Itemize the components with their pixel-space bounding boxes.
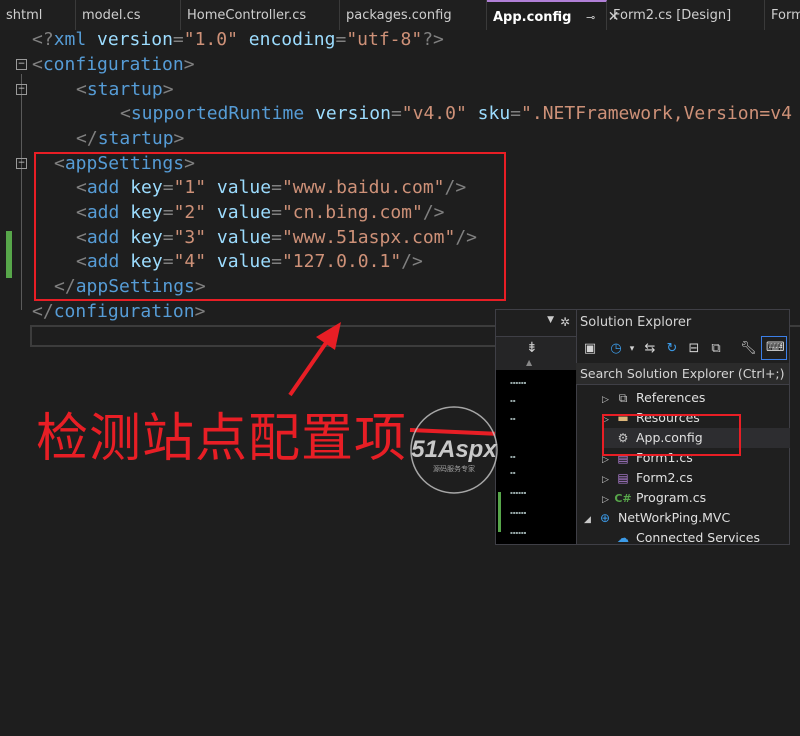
tree-item-form2[interactable]: ▷ ▤ Form2.cs (602, 468, 693, 488)
refresh-icon[interactable]: ↻ (664, 341, 680, 357)
logo-text: 51Aspx (411, 436, 498, 463)
expand-icon[interactable]: ▷ (602, 390, 614, 410)
side-panel-header: ▼ ✲ (496, 310, 576, 337)
copy-icon[interactable]: ⧉ (708, 341, 724, 357)
scroll-up-icon[interactable]: ▲ (526, 358, 532, 367)
arrow-to-config (288, 338, 330, 397)
mini-item: ▪▪▪▪▪▪ (510, 380, 527, 385)
arrowhead-to-config (316, 322, 341, 350)
51aspx-logo: 51Aspx 源码服务专家 (410, 406, 498, 494)
preview-icon: ⌨ (766, 340, 785, 355)
solution-explorer-search[interactable]: Search Solution Explorer (Ctrl+;) (576, 363, 789, 385)
history-dropdown-icon[interactable]: ▾ (624, 341, 640, 357)
csharp-file-icon: C# (614, 492, 632, 505)
toolbox-preview: ▪▪▪▪▪▪ ▪▪ ▪▪ ▪▪ ▪▪ ▪▪▪▪▪▪ ▪▪▪▪▪▪ ▪▪▪▪▪▪ (496, 370, 576, 544)
collapse-icon[interactable]: ◢ (584, 510, 596, 530)
dropdown-icon[interactable]: ▼ (547, 315, 554, 325)
preview-button[interactable]: ⌨ (761, 336, 787, 360)
form-icon: ▤ (617, 471, 629, 485)
collapse-icon[interactable]: ⊟ (686, 341, 702, 357)
history-icon[interactable]: ◷ (608, 341, 624, 357)
solution-explorer-toolbar: ▣ ◷ ▾ ⇆ ↻ ⊟ ⧉ 🔧︎ ⌨ (578, 336, 789, 362)
tree-item-label: Program.cs (635, 490, 707, 505)
tree-item-references[interactable]: ▷ ⧉ References (602, 388, 705, 408)
mini-item: ▪▪▪▪▪▪ (510, 530, 527, 535)
side-panel-strip: ▼ ✲ ⇟ ▲ ▪▪▪▪▪▪ ▪▪ ▪▪ ▪▪ ▪▪ ▪▪▪▪▪▪ ▪▪▪▪▪▪… (496, 310, 577, 544)
mini-item: ▪▪ (510, 398, 516, 403)
annotation-text: 检测站点配置项 (36, 409, 408, 469)
mini-item: ▪▪ (510, 454, 516, 459)
app-config-highlight-box (602, 414, 741, 456)
tree-item-label: NetWorkPing.MVC (617, 510, 731, 525)
mini-item: ▪▪ (510, 470, 516, 475)
sync-icon[interactable]: ⇆ (642, 341, 658, 357)
tree-item-label: Connected Services (635, 530, 760, 545)
tree-item-label: Form2.cs (635, 470, 693, 485)
wrench-icon[interactable]: 🔧︎ (740, 341, 757, 357)
mini-item: ▪▪ (510, 416, 516, 421)
expand-icon[interactable]: ▷ (602, 470, 614, 490)
logo-subtext: 源码服务专家 (433, 464, 475, 473)
mini-item: ▪▪▪▪▪▪ (510, 490, 527, 495)
solution-explorer-title: Solution Explorer (580, 315, 692, 330)
tree-item-label: References (635, 390, 706, 405)
gear-icon[interactable]: ✲ (560, 315, 570, 329)
mini-change-marker (498, 492, 501, 532)
split-icon[interactable]: ⇟ (526, 340, 538, 356)
web-project-icon: ⊕ (599, 511, 611, 525)
tree-item-program[interactable]: ▷ C# Program.cs (602, 488, 706, 508)
mini-item: ▪▪▪▪▪▪ (510, 510, 527, 515)
tree-item-networkping-mvc[interactable]: ◢ ⊕ NetWorkPing.MVC (584, 508, 730, 528)
expand-icon[interactable]: ▷ (602, 490, 614, 510)
references-icon: ⧉ (618, 391, 628, 405)
tree-item-connected-services[interactable]: ☁ Connected Services (602, 528, 760, 548)
connected-services-icon: ☁ (617, 531, 629, 545)
vs-icon[interactable]: ▣ (582, 341, 598, 357)
